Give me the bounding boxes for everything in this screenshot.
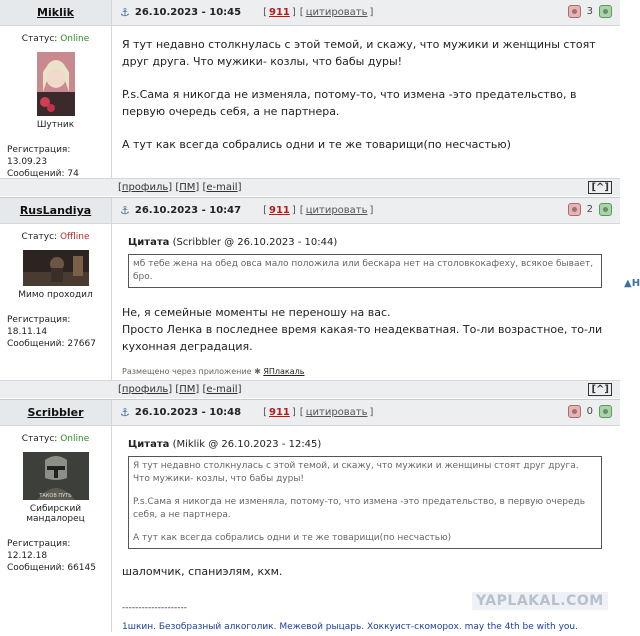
pm-link[interactable]: ПМ bbox=[179, 384, 195, 395]
rating-value: 0 bbox=[586, 406, 593, 417]
profile-link[interactable]: профиль bbox=[122, 384, 168, 395]
status-online: Online bbox=[60, 434, 90, 444]
vote-down-icon[interactable] bbox=[567, 405, 581, 418]
post-number[interactable]: 911 bbox=[269, 407, 290, 418]
post-body: Я тут недавно столкнулась с этой темой, … bbox=[122, 38, 596, 151]
profile-link[interactable]: профиль bbox=[122, 182, 168, 193]
scroll-arrow-icon[interactable]: ▲H bbox=[624, 278, 640, 289]
site-watermark: YAPLAKAL.COM bbox=[472, 592, 608, 610]
scroll-top-button[interactable]: [^] bbox=[588, 383, 612, 396]
quote-box: мб тебе жена на обед овса мало положила … bbox=[128, 254, 602, 288]
vote-up-icon[interactable] bbox=[599, 5, 612, 18]
vote-up-icon[interactable] bbox=[599, 405, 612, 418]
pm-link[interactable]: ПМ bbox=[179, 182, 195, 193]
author-nick[interactable]: RusLandiya bbox=[20, 204, 91, 217]
cite-link[interactable]: цитировать bbox=[306, 7, 368, 18]
rating-value: 2 bbox=[586, 204, 593, 215]
post-header: ⚓ 26.10.2023 - 10:48 [911] [цитировать] … bbox=[112, 400, 620, 426]
app-link[interactable]: ЯПлакаль bbox=[263, 367, 304, 376]
rating-value: 3 bbox=[586, 6, 593, 17]
scroll-top-button[interactable]: [^] bbox=[588, 181, 612, 194]
anchor-icon[interactable]: ⚓ bbox=[120, 406, 130, 419]
status-offline: Offline bbox=[59, 232, 90, 242]
avatar[interactable] bbox=[22, 250, 89, 286]
post-date: 26.10.2023 - 10:45 bbox=[134, 7, 242, 18]
vote-down-icon[interactable] bbox=[567, 203, 581, 216]
thread: Miklik Статус: Online Шутник Регистрация… bbox=[0, 0, 620, 632]
avatar-caption: ТАКОВ ПУТЬ bbox=[39, 493, 72, 499]
author-reg: Регистрация: 13.09.23 Сообщений: 74 bbox=[7, 145, 79, 179]
post-date: 26.10.2023 - 10:48 bbox=[134, 407, 242, 418]
quote-header: Цитата (Scribbler @ 26.10.2023 - 10:44) bbox=[128, 237, 338, 248]
post-header: ⚓ 26.10.2023 - 10:47 [911] [цитировать] … bbox=[112, 198, 620, 224]
vote-down-icon[interactable] bbox=[567, 5, 581, 18]
post-body: Цитата (Scribbler @ 26.10.2023 - 10:44) … bbox=[112, 224, 620, 380]
post-text: шаломчик, спаниэлям, кхм. bbox=[122, 565, 283, 578]
quote-header: Цитата (Miklik @ 26.10.2023 - 12:45) bbox=[128, 439, 322, 450]
email-link[interactable]: e-mail bbox=[206, 384, 237, 395]
app-icon: ✱ bbox=[254, 367, 261, 376]
post-number[interactable]: 911 bbox=[269, 205, 290, 216]
author-status: Статус: Online bbox=[21, 434, 90, 444]
cite-link[interactable]: цитировать bbox=[306, 205, 368, 216]
anchor-icon[interactable]: ⚓ bbox=[120, 6, 130, 19]
posted-via: Размещено через приложение ✱ ЯПлакаль bbox=[122, 367, 305, 376]
author-rank: Мимо проходил bbox=[18, 290, 93, 300]
author-panel: RusLandiya Статус: Offline Мимо проходил… bbox=[0, 198, 112, 380]
author-reg: Регистрация: 18.11.14 Сообщений: 27667 bbox=[7, 315, 96, 349]
email-link[interactable]: e-mail bbox=[206, 182, 237, 193]
vote-up-icon[interactable] bbox=[599, 203, 612, 216]
cite-link[interactable]: цитировать bbox=[306, 407, 368, 418]
author-rank: Сибирский мандалорец bbox=[26, 504, 85, 524]
avatar[interactable] bbox=[36, 52, 75, 116]
post-footer: [ профиль ] [ ПМ ] [ e-mail ] [^] bbox=[0, 178, 620, 196]
post-footer: [ профиль ] [ ПМ ] [ e-mail ] [^] bbox=[0, 380, 620, 398]
post-header: ⚓ 26.10.2023 - 10:45 [911] [цитировать] … bbox=[112, 0, 620, 26]
author-nick[interactable]: Scribbler bbox=[27, 406, 83, 419]
anchor-icon[interactable]: ⚓ bbox=[120, 204, 130, 217]
post-main: ⚓ 26.10.2023 - 10:47 [911] [цитировать] … bbox=[112, 198, 620, 380]
author-reg: Регистрация: 12.12.18 Сообщений: 66145 bbox=[7, 539, 96, 573]
post-number[interactable]: 911 bbox=[269, 7, 290, 18]
author-panel: Scribbler Статус: Online ТАКОВ ПУТЬ Сиби… bbox=[0, 400, 112, 632]
author-panel: Miklik Статус: Online Шутник Регистрация… bbox=[0, 0, 112, 179]
post-main: ⚓ 26.10.2023 - 10:45 [911] [цитировать] … bbox=[112, 0, 620, 178]
signature: 1шкин. Безобразный алкоголик. Межевой ры… bbox=[122, 622, 578, 632]
post-date: 26.10.2023 - 10:47 bbox=[134, 205, 242, 216]
avatar[interactable]: ТАКОВ ПУТЬ bbox=[22, 452, 89, 500]
quote-box: Я тут недавно столкнулась с этой темой, … bbox=[128, 456, 602, 549]
author-nick[interactable]: Miklik bbox=[37, 6, 74, 19]
author-status: Статус: Offline bbox=[21, 232, 90, 242]
post-miklik: Miklik Статус: Online Шутник Регистрация… bbox=[0, 0, 620, 198]
author-rank: Шутник bbox=[36, 120, 75, 130]
rating: 3 bbox=[567, 5, 612, 18]
author-status: Статус: Online bbox=[21, 34, 90, 44]
rating: 0 bbox=[567, 405, 612, 418]
rating: 2 bbox=[567, 203, 612, 216]
status-online: Online bbox=[60, 34, 90, 44]
post-ruslandiya: RusLandiya Статус: Offline Мимо проходил… bbox=[0, 198, 620, 400]
